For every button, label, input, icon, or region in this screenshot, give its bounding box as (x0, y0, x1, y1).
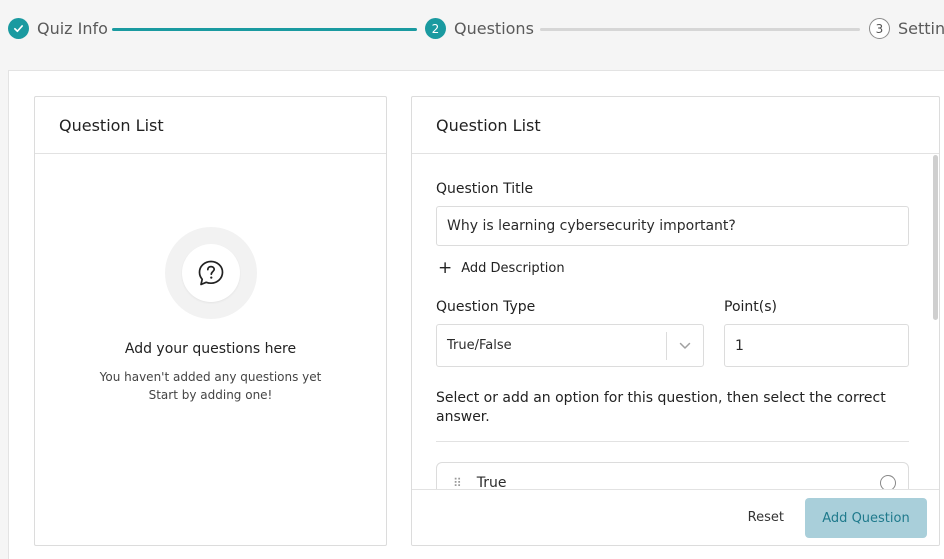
add-description-label: Add Description (461, 261, 565, 276)
question-title-value: Why is learning cybersecurity important? (447, 218, 736, 234)
option-item[interactable]: ⠿ True (436, 462, 909, 489)
scrollbar[interactable] (932, 155, 939, 489)
question-type-select[interactable]: True/False (436, 324, 704, 367)
step-label: Quiz Info (37, 19, 108, 38)
chevron-down-icon[interactable] (667, 342, 703, 350)
step-connector-done (112, 28, 417, 31)
points-value: 1 (735, 337, 744, 354)
question-type-group: Question Type True/False (436, 299, 704, 367)
points-group: Point(s) 1 (724, 299, 909, 367)
question-chat-icon (181, 244, 240, 302)
plus-icon: + (438, 258, 453, 278)
question-editor-panel: Question List Question Title Why is lear… (411, 96, 940, 546)
step-number: 3 (869, 18, 890, 39)
stepper: Quiz Info 2 Questions 3 Settings (0, 0, 944, 58)
drag-handle-icon[interactable]: ⠿ (453, 476, 462, 489)
option-label: True (476, 475, 507, 489)
empty-state-subtitle: You haven't added any questions yet Star… (35, 368, 386, 404)
step-questions[interactable]: 2 Questions (425, 18, 534, 39)
correct-answer-radio[interactable] (880, 475, 896, 489)
question-type-label: Question Type (436, 299, 536, 315)
step-connector-pending (540, 28, 860, 31)
step-quiz-info[interactable]: Quiz Info (8, 18, 108, 39)
question-list-panel: Question List Add your questions here Yo… (34, 96, 387, 546)
step-number: 2 (425, 18, 446, 39)
check-icon (8, 18, 29, 39)
empty-state-title: Add your questions here (124, 341, 297, 357)
panel-title: Question List (35, 97, 386, 154)
empty-state-line: Start by adding one! (148, 388, 273, 402)
main-container: Question List Add your questions here Yo… (8, 70, 944, 559)
question-type-value: True/False (447, 338, 512, 353)
step-settings[interactable]: 3 Settings (869, 18, 944, 39)
step-label: Settings (898, 19, 944, 38)
step-label: Questions (454, 19, 534, 38)
options-instruction: Select or add an option for this questio… (436, 389, 909, 442)
points-input[interactable]: 1 (724, 324, 909, 367)
question-form: Question Title Why is learning cybersecu… (412, 155, 939, 489)
empty-state-icon-bg (164, 227, 257, 319)
add-description-button[interactable]: + Add Description (436, 260, 915, 277)
reset-button[interactable]: Reset (748, 510, 784, 525)
question-title-input[interactable]: Why is learning cybersecurity important? (436, 206, 909, 246)
panel-title: Question List (412, 97, 939, 154)
add-question-button[interactable]: Add Question (805, 498, 927, 538)
type-points-row: Question Type True/False Point(s) 1 (436, 299, 915, 367)
points-label: Point(s) (724, 299, 777, 315)
empty-state-line: You haven't added any questions yet (99, 370, 322, 384)
question-title-label: Question Title (436, 181, 534, 197)
scrollbar-thumb[interactable] (933, 155, 938, 320)
panel-footer: Reset Add Question (412, 489, 939, 545)
empty-state: Add your questions here You haven't adde… (35, 227, 386, 404)
